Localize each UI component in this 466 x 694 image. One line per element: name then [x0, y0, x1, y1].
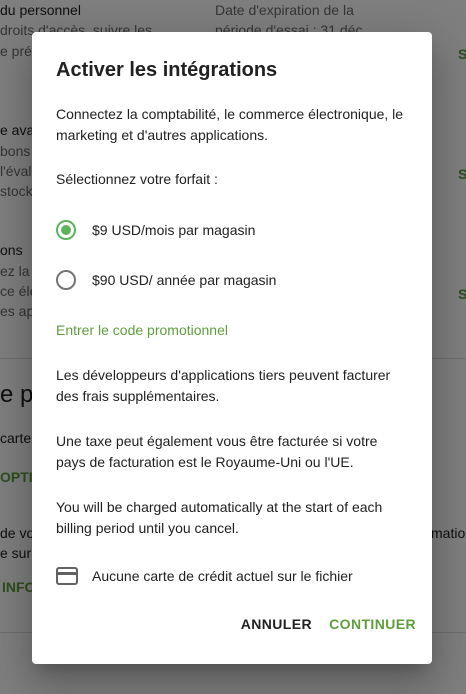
third-party-fees-note: Les développeurs d'applications tiers pe… — [56, 367, 391, 404]
dialog-intro-text: Connectez la comptabilité, le commerce é… — [56, 106, 404, 143]
plan-option-label: $9 USD/mois par magasin — [92, 222, 256, 238]
dialog-title: Activer les intégrations — [56, 59, 278, 81]
credit-card-status: Aucune carte de crédit actuel sur le fic… — [56, 564, 353, 588]
auto-billing-note: You will be charged automatically at the… — [56, 499, 383, 536]
enter-promo-code-link[interactable]: Entrer le code promotionnel — [56, 320, 228, 340]
activate-integrations-dialog: Activer les intégrations Connectez la co… — [32, 32, 432, 664]
radio-selected-icon[interactable] — [56, 220, 76, 240]
tax-note: Une taxe peut également vous être factur… — [56, 433, 378, 470]
dialog-actions: ANNULER CONTINUER — [32, 608, 432, 664]
credit-card-status-text: Aucune carte de crédit actuel sur le fic… — [92, 568, 353, 584]
plan-option-yearly[interactable]: $90 USD/ année par magasin — [56, 268, 276, 292]
credit-card-icon — [56, 567, 78, 585]
continue-button[interactable]: CONTINUER — [321, 606, 424, 642]
plan-option-label: $90 USD/ année par magasin — [92, 272, 277, 288]
cancel-button[interactable]: ANNULER — [233, 606, 320, 642]
plan-option-monthly[interactable]: $9 USD/mois par magasin — [56, 218, 255, 242]
radio-unselected-icon[interactable] — [56, 270, 76, 290]
select-plan-label: Sélectionnez votre forfait : — [56, 171, 218, 187]
